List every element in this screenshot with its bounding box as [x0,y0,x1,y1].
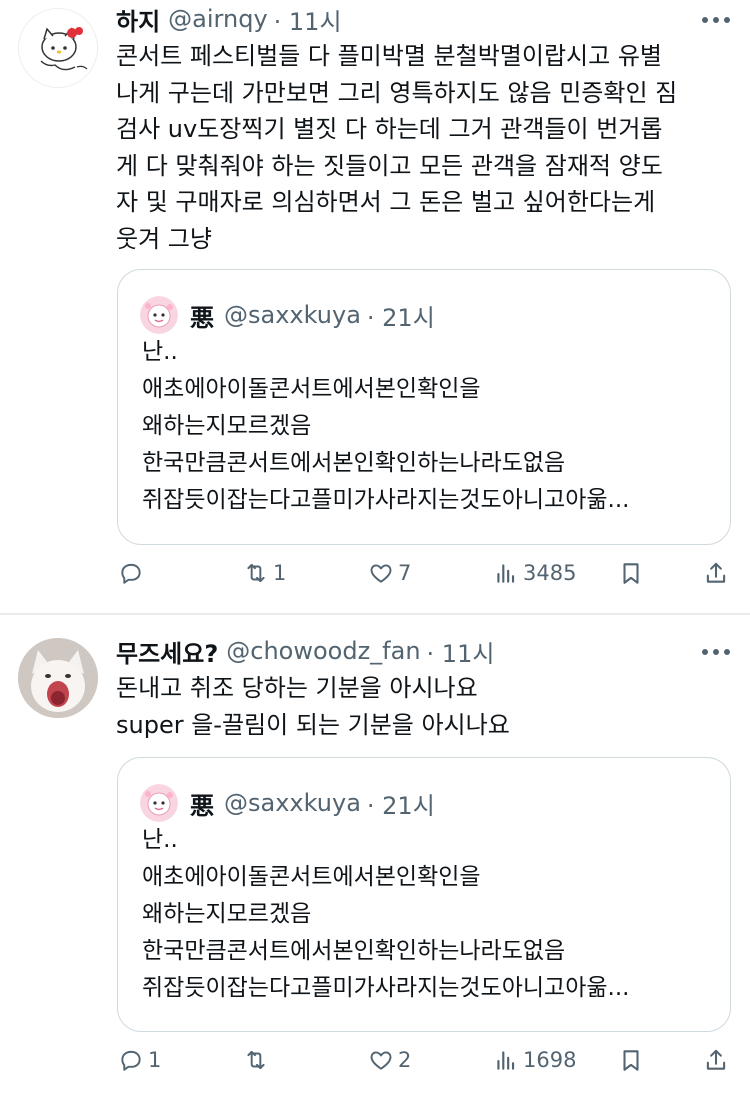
quote-text-line: 왜하는지모르겠음 [142,901,312,927]
tweet-text-line: 검사 uv도장찍기 별짓 다 하는데 그거 관객들이 번거롭 [116,115,663,144]
views-button[interactable]: 3485 [493,560,576,586]
quote-timestamp: · 21시 [366,791,435,820]
reply-count: 1 [148,1048,162,1072]
quote-header: 悪 @saxxkuya · 21시 [140,784,435,822]
quote-text-line: 애초에아이돌콘서트에서본인확인을 [142,864,481,890]
quote-text-line: 쥐잡듯이잡는다고플미가사라지는것도아니고아욺... [142,487,630,513]
share-icon [706,1049,726,1070]
tweet[interactable]: 하지 @airnqy · 11시 콘서트 페스티벌들 다 플미박멸 분철박멸이랍… [0,0,750,612]
action-bar: 1 2 1698 [0,1047,750,1087]
like-count: 7 [398,561,412,585]
display-name[interactable]: 무즈세요? [116,634,218,669]
tweet[interactable]: 무즈세요? @chowoodz_fan · 11시 돈내고 취조 당하는 기분을… [0,615,750,1099]
pink-character-avatar-icon [140,296,178,334]
tweet-header: 하지 @airnqy · 11시 [116,2,720,36]
reply-button[interactable]: 1 [118,1047,161,1073]
like-button[interactable]: 2 [368,1047,411,1073]
quote-tweet[interactable]: 悪 @saxxkuya · 21시 난.. 애초에아이돌콘서트에서본인확인을 왜… [117,757,731,1032]
reply-icon [121,1050,141,1071]
quote-text-line: 왜하는지모르겠음 [142,413,312,439]
action-bar: 1 7 3485 [0,560,750,600]
reply-button[interactable] [118,560,148,586]
quote-display-name: 悪 [190,303,214,332]
quote-text-line: 쥐잡듯이잡는다고플미가사라지는것도아니고아욺... [142,975,630,1001]
display-name[interactable]: 하지 [116,2,160,37]
tweet-text-line: 게 다 맞춰줘야 하는 짓들이고 모든 관객을 잠재적 양도 [116,151,663,180]
tweet-text-line: 자 및 구매자로 의심하면서 그 돈은 벌고 싶어한다는게 [116,188,656,217]
bookmark-icon [623,563,639,584]
quote-header: 悪 @saxxkuya · 21시 [140,296,435,334]
quote-text-line: 난.. [142,339,178,365]
retweet-count: 1 [273,561,287,585]
bookmark-icon [623,1050,639,1071]
pink-character-avatar-icon [140,784,178,822]
timestamp[interactable]: · 11시 [274,2,342,37]
quote-tweet[interactable]: 悪 @saxxkuya · 21시 난.. 애초에아이돌콘서트에서본인확인을 왜… [117,269,731,545]
quote-timestamp: · 21시 [366,303,435,332]
handle[interactable]: @chowoodz_fan [226,637,420,665]
tweet-header: 무즈세요? @chowoodz_fan · 11시 [116,634,720,668]
retweet-icon [247,1050,265,1070]
quote-text: 난.. 애초에아이돌콘서트에서본인확인을 왜하는지모르겠음 한국만큼콘서트에서본… [142,334,629,519]
quote-avatar [140,296,178,334]
tweet-text: 콘서트 페스티벌들 다 플미박멸 분철박멸이랍시고 유별 나게 구는데 가만보면… [116,38,724,258]
tweet-text-line: 웃겨 그냥 [116,224,212,253]
reply-icon [121,563,141,584]
views-button[interactable]: 1698 [493,1047,576,1073]
quote-text-line: 한국만큼콘서트에서본인확인하는나라도없음 [142,450,566,476]
tweet-text-line: 나게 구는데 가만보면 그리 영특하지도 않음 민증확인 짐 [116,78,678,107]
hello-kitty-avatar-icon [40,27,88,71]
quote-handle: @saxxkuya [224,301,361,329]
like-button[interactable]: 7 [368,560,411,586]
tweet-text: 돈내고 취조 당하는 기분을 아시나요 super 을-끌림이 되는 기분을 아… [116,670,724,743]
quote-text-line: 한국만큼콘서트에서본인확인하는나라도없음 [142,938,566,964]
tweet-text-line: 돈내고 취조 당하는 기분을 아시나요 [116,674,478,702]
quote-avatar [140,784,178,822]
more-options-icon[interactable] [702,17,730,23]
quote-display-name: 悪 [190,791,214,820]
avatar[interactable] [18,8,98,88]
heart-icon [370,564,392,583]
handle[interactable]: @airnqy [168,5,267,33]
quote-handle: @saxxkuya [224,789,361,817]
cat-avatar-icon [18,638,98,718]
avatar[interactable] [18,638,98,718]
tweet-text-line: super 을-끌림이 되는 기분을 아시나요 [116,710,510,739]
view-count: 1698 [523,1048,577,1072]
view-count: 3485 [523,561,577,585]
quote-text: 난.. 애초에아이돌콘서트에서본인확인을 왜하는지모르겠음 한국만큼콘서트에서본… [142,822,629,1007]
retweet-button[interactable]: 1 [243,560,286,586]
share-button[interactable] [703,560,729,586]
tweet-text-line: 콘서트 페스티벌들 다 플미박멸 분철박멸이랍시고 유별 [116,42,662,70]
timestamp[interactable]: · 11시 [427,634,495,669]
like-count: 2 [398,1048,412,1072]
more-options-icon[interactable] [702,649,730,655]
analytics-icon [497,564,515,583]
quote-text-line: 애초에아이돌콘서트에서본인확인을 [142,376,481,402]
quote-text-line: 난.. [142,827,178,853]
share-button[interactable] [703,1047,729,1073]
share-icon [706,562,726,583]
analytics-icon [497,1051,515,1070]
heart-icon [370,1051,392,1070]
retweet-button[interactable] [243,1047,273,1073]
bookmark-button[interactable] [618,1047,644,1073]
bookmark-button[interactable] [618,560,644,586]
retweet-icon [247,563,265,583]
